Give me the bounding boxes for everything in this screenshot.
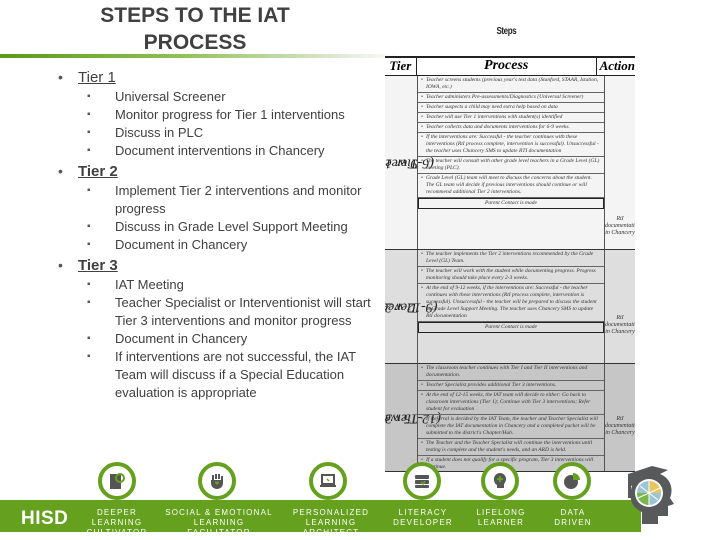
bullet-icon: •: [58, 163, 63, 179]
hand-heart-icon: [211, 474, 223, 489]
square-bullet-icon: ▪: [87, 185, 91, 196]
badge-personalized: [309, 462, 347, 500]
process-row: The classroom teacher continues with Tie…: [418, 364, 604, 381]
badge-label: LIFELONG LEARNER: [476, 508, 526, 527]
square-bullet-icon: ▪: [87, 279, 91, 290]
process-row: If Referral is decided by the IAT Team, …: [418, 415, 604, 439]
parent-contact-row: Parent Contact is made: [418, 198, 604, 209]
outline-item: ▪ Document in Chancery: [87, 331, 248, 346]
process-row: Grade Level (GL) team will meet to discu…: [418, 174, 604, 198]
header-tier: Tier: [385, 58, 417, 75]
bullet-icon: •: [58, 257, 63, 273]
process-row: Teacher suspects a child may need extra …: [418, 103, 604, 113]
tier-outline: • Tier 1 ▪ Universal Screener ▪ Monitor pr…: [32, 68, 372, 404]
laptop-icon: [320, 474, 336, 487]
steps-caption: Steps: [496, 26, 517, 37]
tier-heading: Tier 1: [78, 69, 116, 86]
outline-tier-3: • Tier 3 ▪ IAT Meeting ▪ Teacher Specialis…: [32, 256, 372, 402]
square-bullet-icon: ▪: [87, 145, 91, 156]
outline-item: ▪ Teacher Specialist or Interventionist w…: [87, 295, 371, 328]
parent-contact-row: Parent Contact is made: [418, 322, 604, 333]
outline-item: ▪ Implement Tier 2 interventions and moni…: [87, 183, 362, 216]
tier-heading: Tier 3: [78, 257, 118, 274]
outline-tier-2: • Tier 2 ▪ Implement Tier 2 interventions…: [32, 162, 372, 254]
process-row: At the end of 12-15 weeks, the IAT team …: [418, 391, 604, 415]
square-bullet-icon: ▪: [87, 333, 91, 344]
outline-item: ▪ If interventions are not successful, th…: [87, 349, 356, 400]
book-search-icon: [110, 473, 125, 489]
outline-item: ▪ Discuss in PLC: [87, 125, 204, 140]
process-row: At the end of 9-12 weeks, if the interve…: [418, 284, 604, 322]
outline-tier-1: • Tier 1 ▪ Universal Screener ▪ Monitor pr…: [32, 68, 372, 160]
process-row: Teacher collects data and documents inte…: [418, 123, 604, 133]
table-tier-1: Tier 1(6-9 weeks) Teacher screens studen…: [385, 76, 635, 250]
process-row: Teacher screens students (previous year'…: [418, 76, 604, 93]
badge-social-emotional: [198, 462, 236, 500]
process-row: The teacher implements the Tier 2 interv…: [418, 250, 604, 267]
square-bullet-icon: ▪: [87, 239, 91, 250]
outline-item: ▪ Document in Chancery: [87, 237, 248, 252]
process-row: The teacher will consult with other grad…: [418, 157, 604, 174]
header-process: Process: [417, 58, 597, 75]
process-row: Teacher administers Pre-assessments/Diag…: [418, 93, 604, 103]
square-bullet-icon: ▪: [87, 297, 91, 308]
action-note: RtI documentation in Chancery: [605, 315, 635, 335]
steps-table: Tier Process Action Tier 1(6-9 weeks) Te…: [385, 56, 635, 472]
square-bullet-icon: ▪: [87, 91, 91, 102]
process-row: The Teacher and the Teacher Specialist w…: [418, 439, 604, 456]
slide-title: STEPS TO THE IAT PROCESS: [100, 4, 290, 54]
badge-label: DEEPER LEARNING CULTIVATOR: [86, 508, 148, 537]
badge-label: SOCIAL & EMOTIONAL LEARNING FACILITATOR: [165, 508, 273, 537]
table-header: Tier Process Action: [385, 58, 635, 76]
process-row: Teacher will use Tier 1 interventions wi…: [418, 113, 604, 123]
hisd-brand: HISD: [21, 508, 69, 529]
head-plus-icon: [494, 473, 506, 488]
header-action: Action: [599, 58, 635, 73]
title-rule: [0, 54, 400, 58]
process-row: The teacher will work with the student w…: [418, 267, 604, 284]
outline-item: ▪ Universal Screener: [87, 89, 226, 104]
badge-label: PERSONALIZED LEARNING ARCHITECT: [292, 508, 370, 537]
outline-item: ▪ IAT Meeting: [87, 277, 184, 292]
pie-chart-icon: [564, 473, 580, 489]
action-note: RtI documentation in Chancery: [605, 216, 635, 236]
square-bullet-icon: ▪: [87, 221, 91, 232]
square-bullet-icon: ▪: [87, 109, 91, 120]
badge-deeper-learning: [98, 462, 136, 500]
square-bullet-icon: ▪: [87, 127, 91, 138]
graduate-head-globe-icon: [628, 466, 674, 524]
badge-label: DATA DRIVEN: [554, 508, 592, 527]
badge-lifelong: [481, 462, 519, 500]
badge-literacy: [403, 462, 441, 500]
action-note: RtI documentation in Chancery: [605, 416, 635, 436]
tier-heading: Tier 2: [78, 163, 118, 180]
process-row: If the interventions are: Successful - t…: [418, 133, 604, 157]
outline-item: ▪ Document interventions in Chancery: [87, 143, 325, 158]
table-tier-3: Tier 3(12-15 weeks) The classroom teache…: [385, 364, 635, 472]
square-bullet-icon: ▪: [87, 351, 91, 362]
process-row: Teacher Specialist provides additional T…: [418, 381, 604, 391]
table-tier-2: Tier 2(9-12 weeks) The teacher implement…: [385, 250, 635, 364]
badge-label: LITERACY DEVELOPER: [393, 508, 453, 527]
bullet-icon: •: [58, 69, 63, 85]
books-icon: [415, 475, 429, 488]
outline-item: ▪ Monitor progress for Tier 1 interventio…: [87, 107, 345, 122]
outline-item: ▪ Discuss in Grade Level Support Meeting: [87, 219, 348, 234]
badge-data-driven: [553, 462, 591, 500]
